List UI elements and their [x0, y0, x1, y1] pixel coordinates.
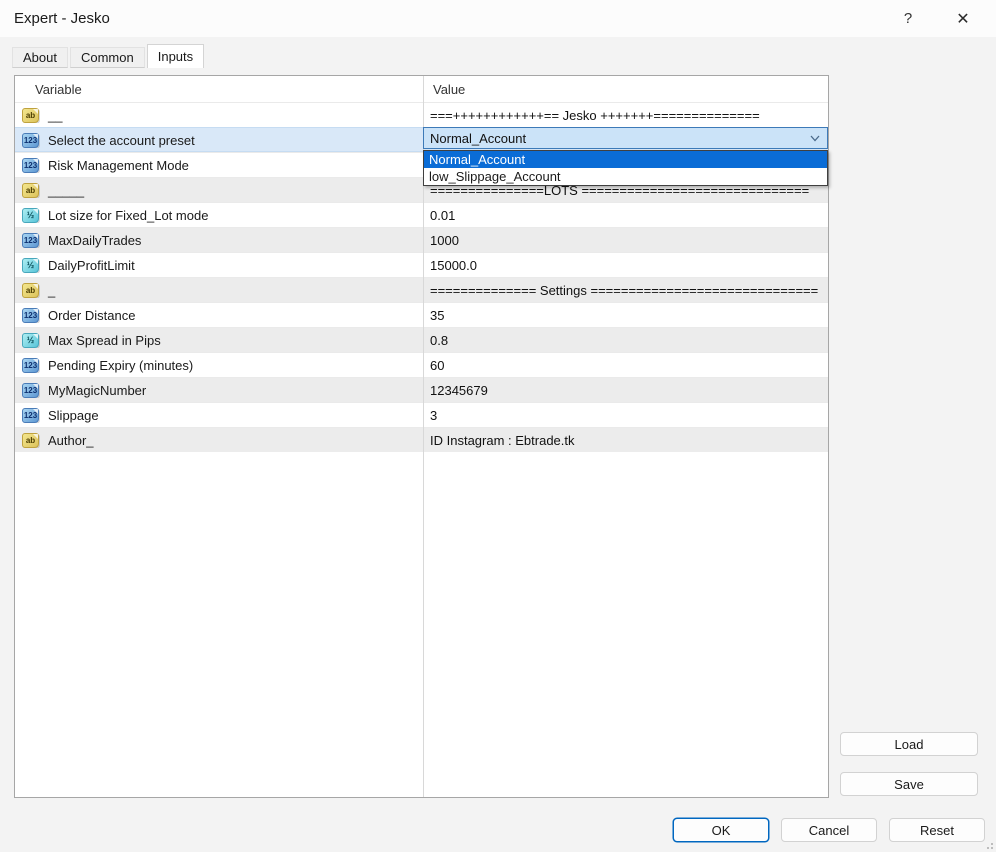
- double-param-icon: ½: [22, 208, 39, 223]
- param-name: _____: [48, 183, 84, 198]
- dropdown-option-normal-account[interactable]: Normal_Account: [424, 151, 827, 168]
- param-name: MyMagicNumber: [48, 383, 146, 398]
- param-value[interactable]: 3: [423, 408, 828, 423]
- column-header-variable: Variable: [15, 76, 423, 102]
- param-name-cell: 123 Slippage: [15, 408, 423, 423]
- integer-param-icon: 123: [22, 408, 39, 423]
- param-name: Order Distance: [48, 308, 135, 323]
- integer-param-icon: 123: [22, 233, 39, 248]
- table-row[interactable]: ab _ ============== Settings =============…: [15, 277, 828, 302]
- table-row[interactable]: ½ Max Spread in Pips 0.8: [15, 327, 828, 352]
- param-value[interactable]: ID Instagram : Ebtrade.tk: [423, 433, 828, 448]
- double-param-icon: ½: [22, 258, 39, 273]
- param-value[interactable]: 15000.0: [423, 258, 828, 273]
- table-row[interactable]: 123 Pending Expiry (minutes) 60: [15, 352, 828, 377]
- param-value[interactable]: 1000: [423, 233, 828, 248]
- string-param-icon: ab: [22, 433, 39, 448]
- table-row[interactable]: ab Author_ ID Instagram : Ebtrade.tk: [15, 427, 828, 452]
- param-name: Slippage: [48, 408, 99, 423]
- ok-button-label: OK: [712, 823, 731, 838]
- tab-about-label: About: [23, 50, 57, 65]
- tab-about[interactable]: About: [12, 47, 68, 68]
- param-name-cell: ½ Max Spread in Pips: [15, 333, 423, 348]
- table-row[interactable]: 123 Slippage 3: [15, 402, 828, 427]
- string-param-icon: ab: [22, 283, 39, 298]
- param-name-cell: ab Author_: [15, 433, 423, 448]
- param-name: Select the account preset: [48, 133, 195, 148]
- column-header-value: Value: [423, 76, 828, 102]
- tab-inputs-label: Inputs: [158, 49, 193, 64]
- table-header: Variable Value: [15, 76, 828, 102]
- cancel-button-label: Cancel: [809, 823, 849, 838]
- double-param-icon: ½: [22, 333, 39, 348]
- load-button[interactable]: Load: [840, 732, 978, 756]
- integer-param-icon: 123: [22, 383, 39, 398]
- help-icon[interactable]: ?: [885, 0, 931, 37]
- cancel-button[interactable]: Cancel: [781, 818, 877, 842]
- integer-param-icon: 123: [22, 133, 39, 148]
- integer-param-icon: 123: [22, 358, 39, 373]
- reset-button-label: Reset: [920, 823, 954, 838]
- param-name-cell: ab _: [15, 283, 423, 298]
- title-bar: Expert - Jesko ? ✕: [0, 0, 996, 37]
- param-name-cell: 123 Pending Expiry (minutes): [15, 358, 423, 373]
- param-name: Max Spread in Pips: [48, 333, 161, 348]
- table-row[interactable]: ½ DailyProfitLimit 15000.0: [15, 252, 828, 277]
- string-param-icon: ab: [22, 108, 39, 123]
- expert-properties-dialog: Expert - Jesko ? ✕ About Common Inputs V…: [0, 0, 996, 852]
- account-preset-value: Normal_Account: [430, 131, 526, 146]
- close-icon[interactable]: ✕: [940, 0, 986, 37]
- param-name-cell: 123 Select the account preset: [15, 133, 423, 148]
- param-name: Author_: [48, 433, 94, 448]
- param-name-cell: 123 MyMagicNumber: [15, 383, 423, 398]
- integer-param-icon: 123: [22, 308, 39, 323]
- table-row[interactable]: 123 MyMagicNumber 12345679: [15, 377, 828, 402]
- param-value[interactable]: 12345679: [423, 383, 828, 398]
- param-name: Risk Management Mode: [48, 158, 189, 173]
- param-name-cell: ½ DailyProfitLimit: [15, 258, 423, 273]
- table-row[interactable]: ½ Lot size for Fixed_Lot mode 0.01: [15, 202, 828, 227]
- chevron-down-icon: [810, 135, 820, 142]
- param-name: __: [48, 108, 62, 123]
- param-name-cell: ab _____: [15, 183, 423, 198]
- tab-strip: About Common Inputs: [12, 44, 206, 68]
- param-name-cell: ab __: [15, 108, 423, 123]
- save-button[interactable]: Save: [840, 772, 978, 796]
- integer-param-icon: 123: [22, 158, 39, 173]
- table-row[interactable]: ab __ ===++++++++++++== Jesko +++++++=====…: [15, 102, 828, 127]
- param-value[interactable]: ===++++++++++++== Jesko +++++++=========…: [423, 108, 828, 123]
- param-value[interactable]: 35: [423, 308, 828, 323]
- param-name-cell: ½ Lot size for Fixed_Lot mode: [15, 208, 423, 223]
- param-value[interactable]: 0.01: [423, 208, 828, 223]
- param-name: Pending Expiry (minutes): [48, 358, 193, 373]
- load-button-label: Load: [895, 737, 924, 752]
- param-name-cell: 123 MaxDailyTrades: [15, 233, 423, 248]
- param-value[interactable]: 60: [423, 358, 828, 373]
- ok-button[interactable]: OK: [673, 818, 769, 842]
- dropdown-option-low-slippage-account[interactable]: low_Slippage_Account: [424, 168, 827, 185]
- param-value[interactable]: ============== Settings ================…: [423, 283, 828, 298]
- param-value[interactable]: 0.8: [423, 333, 828, 348]
- dropdown-popup: Normal_Account low_Slippage_Account: [423, 150, 828, 186]
- table-row[interactable]: 123 MaxDailyTrades 1000: [15, 227, 828, 252]
- param-name: Lot size for Fixed_Lot mode: [48, 208, 208, 223]
- param-name: DailyProfitLimit: [48, 258, 135, 273]
- save-button-label: Save: [894, 777, 924, 792]
- param-name-cell: 123 Order Distance: [15, 308, 423, 323]
- account-preset-dropdown[interactable]: Normal_Account: [423, 127, 828, 149]
- param-name: _: [48, 283, 55, 298]
- window-title: Expert - Jesko: [14, 10, 110, 27]
- string-param-icon: ab: [22, 183, 39, 198]
- reset-button[interactable]: Reset: [889, 818, 985, 842]
- tab-common[interactable]: Common: [70, 47, 145, 68]
- param-name-cell: 123 Risk Management Mode: [15, 158, 423, 173]
- tab-common-label: Common: [81, 50, 134, 65]
- table-row[interactable]: 123 Order Distance 35: [15, 302, 828, 327]
- param-name: MaxDailyTrades: [48, 233, 141, 248]
- resize-grip-icon[interactable]: [983, 839, 993, 849]
- tab-inputs[interactable]: Inputs: [147, 44, 204, 68]
